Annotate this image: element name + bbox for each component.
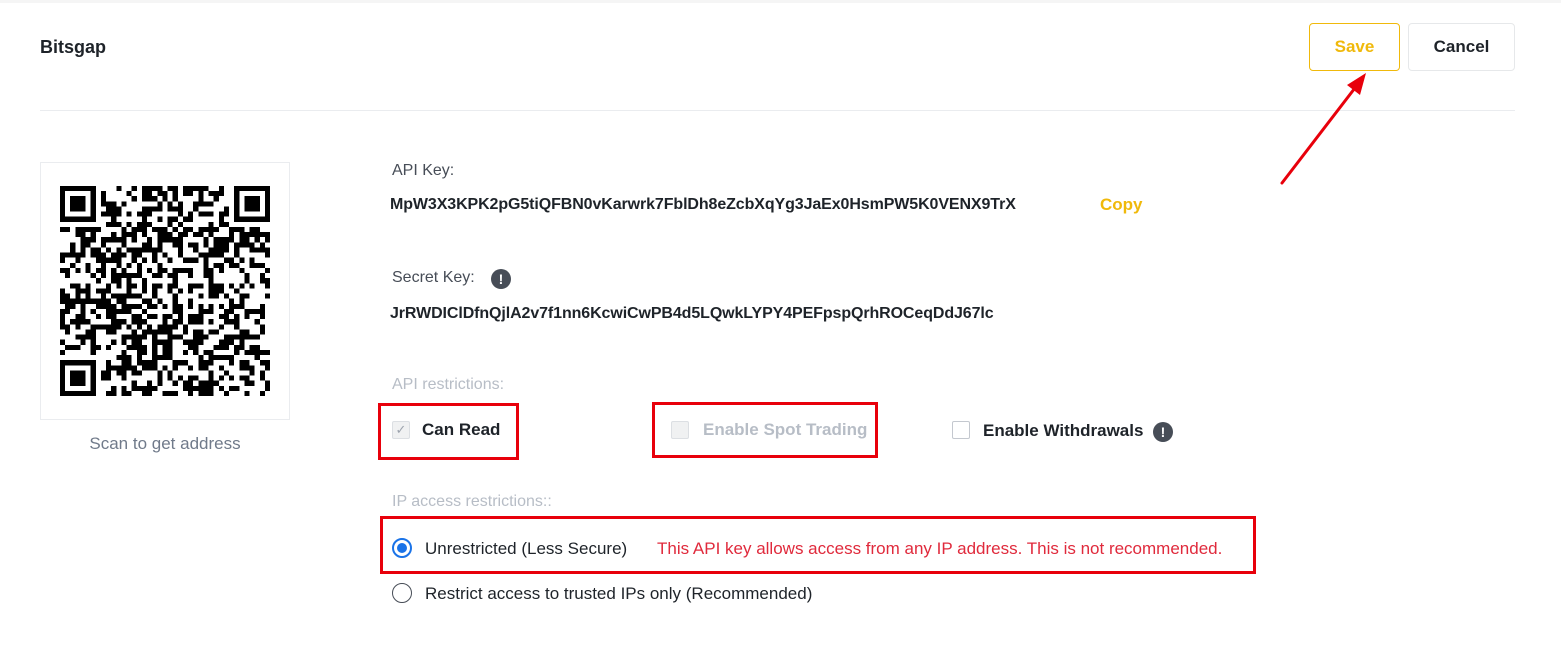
annotation-arrow-icon xyxy=(1280,73,1366,185)
